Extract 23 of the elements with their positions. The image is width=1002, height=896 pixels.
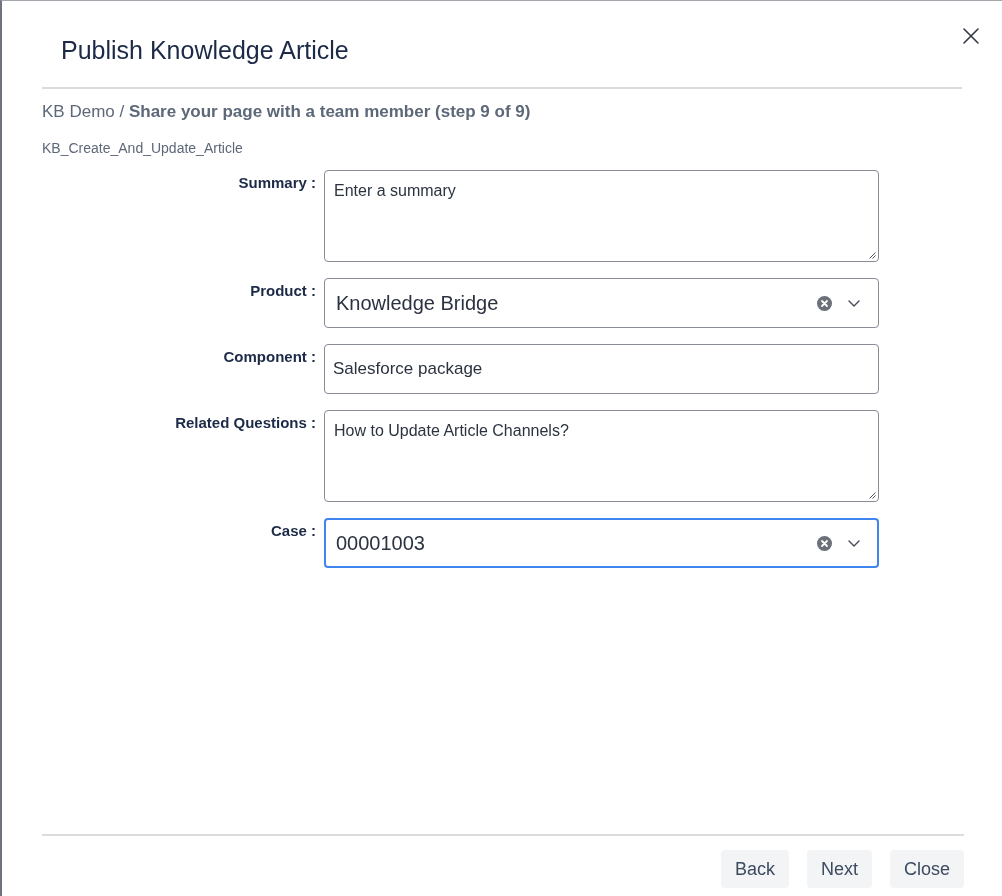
related-questions-textarea[interactable]: How to Update Article Channels?	[324, 410, 879, 502]
resize-grip-icon[interactable]	[869, 252, 876, 259]
chevron-down-icon[interactable]	[848, 299, 860, 307]
case-select[interactable]: 00001003	[324, 518, 879, 568]
flow-name: KB_Create_And_Update_Article	[42, 139, 243, 157]
clear-icon[interactable]	[817, 535, 832, 551]
field-label: Component :	[223, 348, 316, 366]
field-label: Related Questions :	[175, 414, 316, 432]
clear-icon[interactable]	[817, 295, 832, 311]
component-input[interactable]: Salesforce package	[324, 344, 879, 394]
next-button[interactable]: Next	[806, 850, 872, 888]
back-button[interactable]: Back	[720, 850, 789, 888]
resize-grip-icon[interactable]	[869, 492, 876, 499]
summary-textarea[interactable]: Enter a summary	[324, 170, 879, 262]
field-label: Case :	[270, 522, 316, 540]
dialog-title: Publish Knowledge Article	[61, 35, 349, 65]
chevron-down-icon[interactable]	[848, 539, 860, 547]
close-button[interactable]: Close	[889, 850, 964, 888]
field-label: Product :	[250, 282, 316, 300]
breadcrumb: KB Demo / Share your page with a team member (step 9 of 9)	[42, 102, 531, 122]
field-label: Summary :	[238, 174, 316, 192]
product-select[interactable]: Knowledge Bridge	[324, 278, 879, 328]
close-icon[interactable]	[962, 27, 980, 45]
